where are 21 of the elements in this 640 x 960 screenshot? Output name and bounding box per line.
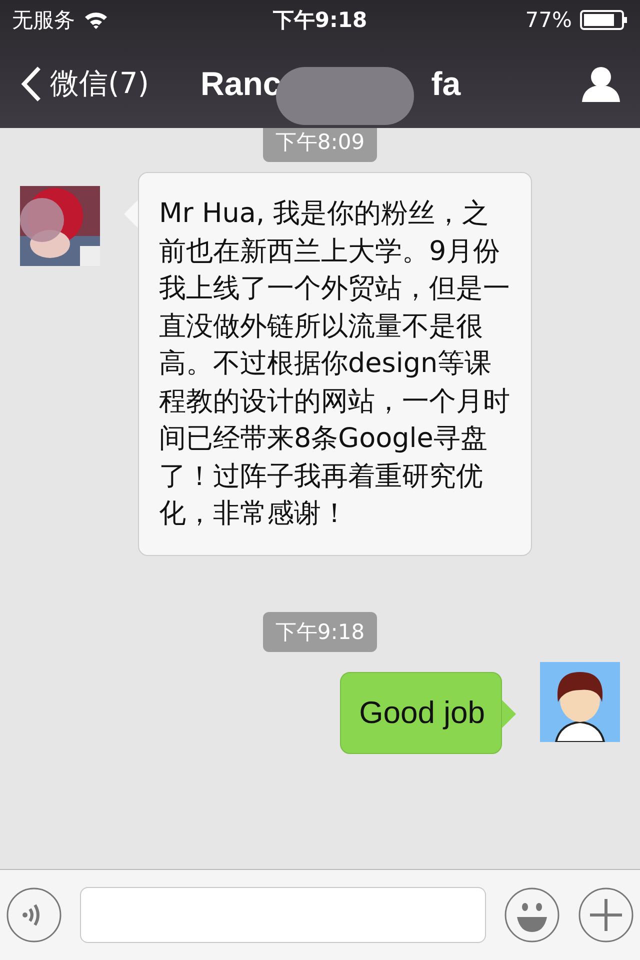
timestamp: 下午8:09 — [263, 128, 377, 162]
add-icon[interactable] — [578, 887, 634, 943]
person-icon[interactable] — [582, 66, 620, 102]
chat-title: fa — [431, 65, 461, 103]
back-button[interactable]: 微信(7) — [20, 64, 150, 104]
bubble-tail — [124, 200, 138, 228]
message-bubble: Mr Hua, 我是你的粉丝，之前也在新西兰上大学。9月份我上线了一个外贸站，但是一直没做外链所以流量不是很高。不过根据你design等课程教的设计的网站，一个月时间已经带来8条Google寻盘了！过阵子我再着重研究优化，非常感谢！ — [138, 172, 532, 556]
timestamp: 下午9:18 — [263, 612, 377, 652]
battery-percent: 77% — [525, 8, 572, 32]
bubble-tail — [502, 700, 516, 728]
back-icon — [20, 66, 42, 102]
wifi-icon — [83, 11, 109, 29]
emoji-icon[interactable] — [504, 887, 560, 943]
carrier-label: 无服务 — [12, 7, 75, 34]
voice-icon[interactable] — [6, 887, 62, 943]
avatar-icon — [540, 662, 620, 742]
chat-title: Ranc — [200, 65, 282, 103]
clock: 下午9:18 — [272, 7, 368, 34]
battery-icon — [580, 10, 628, 30]
message-input[interactable] — [80, 887, 486, 943]
message-bubble: Good job — [340, 672, 502, 754]
